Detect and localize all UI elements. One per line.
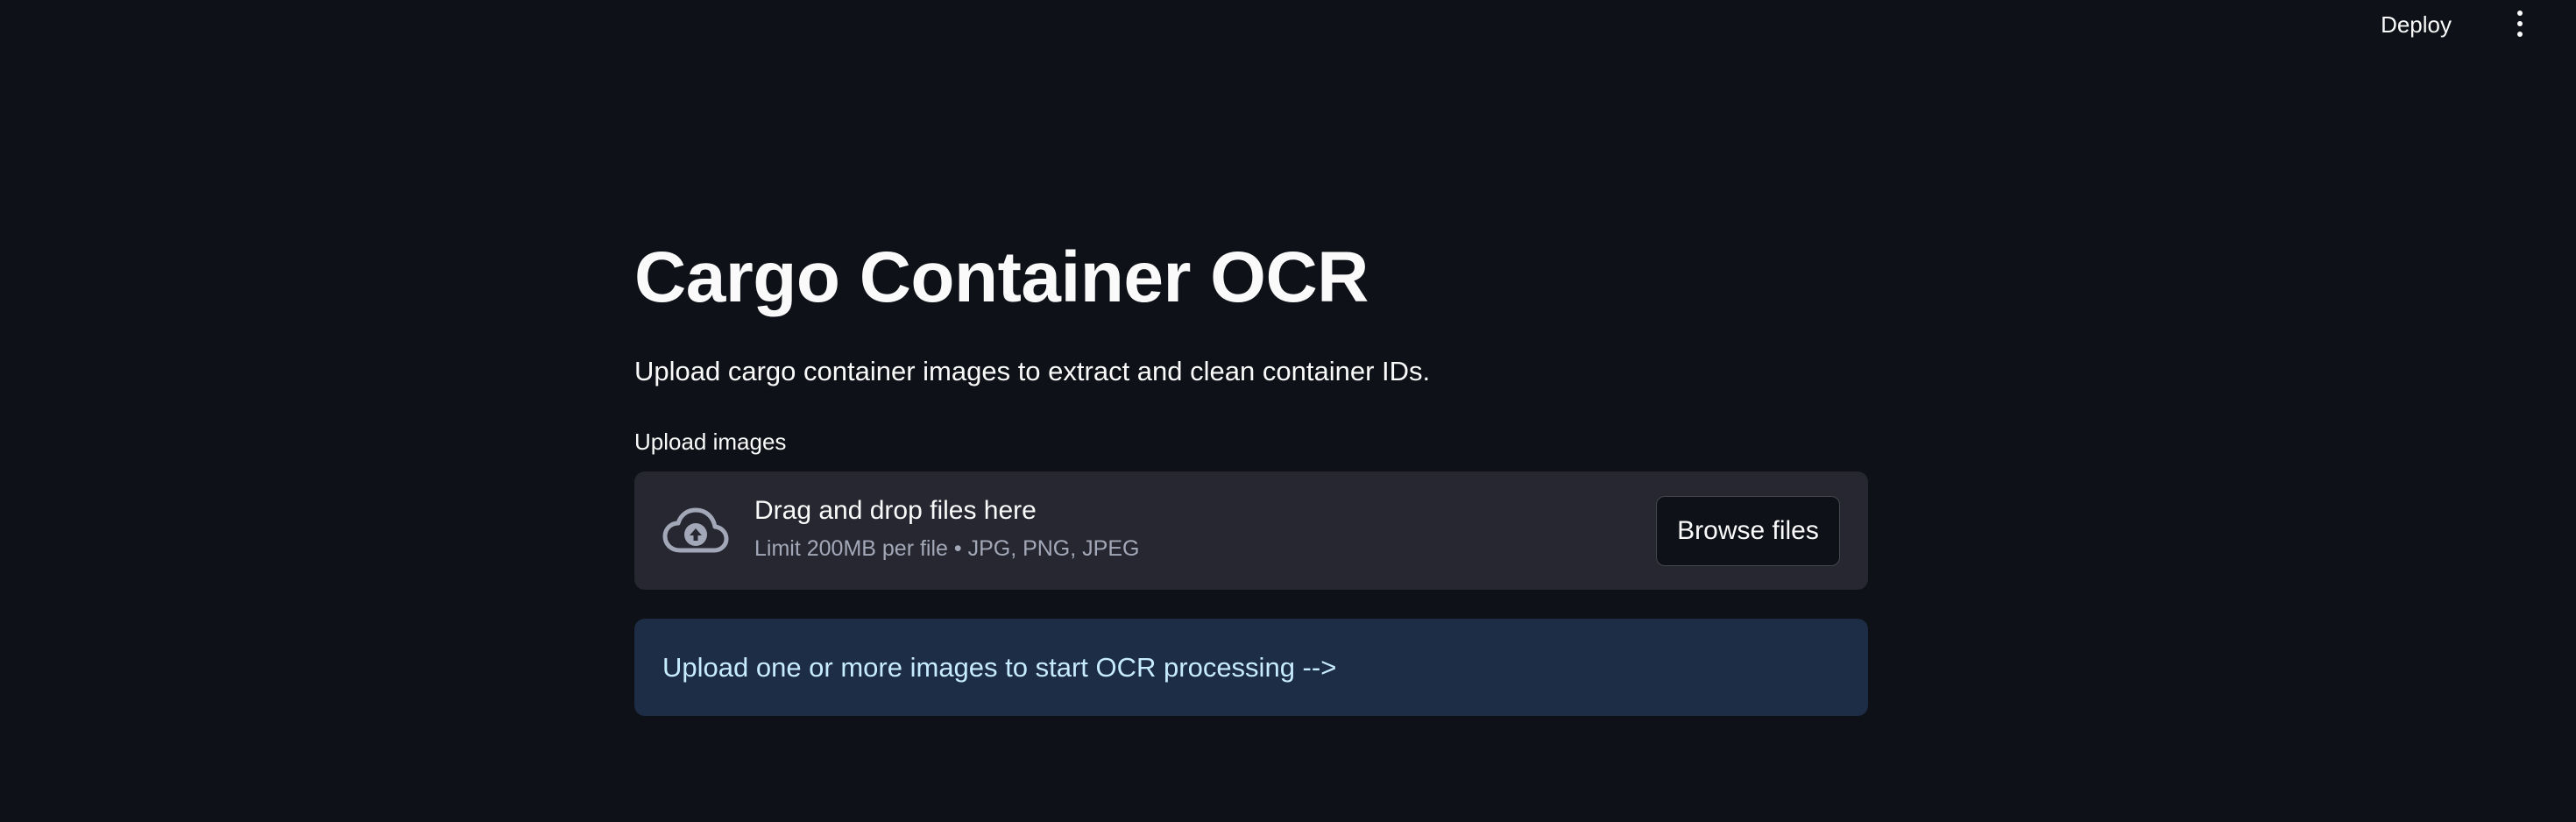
info-alert: Upload one or more images to start OCR p… [634,619,1868,716]
dropzone-limit-text: Limit 200MB per file • JPG, PNG, JPEG [754,536,1140,561]
page-title: Cargo Container OCR [634,237,1369,317]
deploy-button[interactable]: Deploy [2375,10,2457,40]
cloud-upload-icon [662,507,729,553]
info-message: Upload one or more images to start OCR p… [662,652,1337,683]
dropzone-title: Drag and drop files here [754,496,1037,525]
page-subtitle: Upload cargo container images to extract… [634,356,1431,386]
upload-label: Upload images [634,429,787,455]
browse-files-button[interactable]: Browse files [1656,496,1840,566]
top-bar: Deploy [0,0,2576,49]
file-dropzone[interactable]: Drag and drop files here Limit 200MB per… [634,471,1868,590]
kebab-menu-icon[interactable] [2509,9,2530,39]
